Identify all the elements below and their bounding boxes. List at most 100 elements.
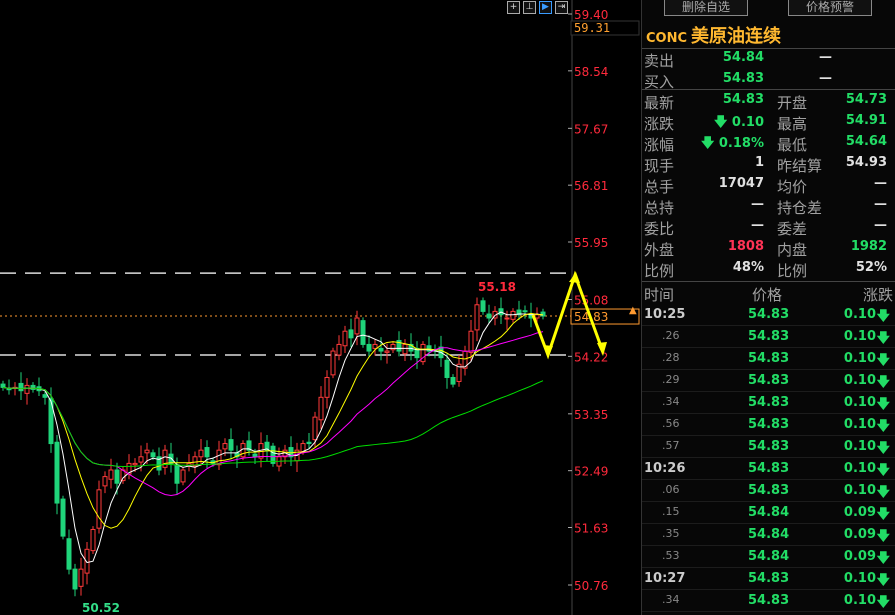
stats-value: 🡇 0.18%: [701, 136, 764, 151]
stats-value: —: [751, 197, 764, 212]
axis-icon[interactable]: ⊥: [523, 1, 536, 14]
tick-price: 54.83: [748, 351, 790, 366]
stats-value-2: —: [874, 218, 887, 233]
tick-time: .53: [662, 549, 680, 562]
stats-value: 54.83: [722, 92, 764, 107]
delete-watchlist-button[interactable]: 删除自选: [664, 0, 748, 16]
stats-value-2: 1982: [850, 239, 887, 254]
candle-body: [198, 449, 204, 458]
stats-row: 总手 17047 均价 —: [642, 175, 895, 196]
crosshair-icon[interactable]: +: [507, 1, 520, 14]
arrowhead-icon: [543, 345, 553, 358]
stats-label: 外盘: [644, 241, 675, 259]
stats-row: 最新 54.83 开盘 54.73: [642, 91, 895, 112]
tick-price: 54.83: [748, 571, 790, 586]
candle-body: [18, 382, 24, 392]
tick-price: 54.84: [748, 505, 790, 520]
candle-body: [222, 443, 228, 450]
up-arrow-icon: ▲: [629, 305, 637, 316]
y-tick-label: 57.67: [574, 122, 608, 136]
candle-body: [0, 383, 6, 388]
tick-price: 54.83: [748, 483, 790, 498]
candle-body: [138, 456, 144, 463]
candle-body: [270, 445, 276, 464]
y-tick-label: 50.76: [574, 579, 608, 593]
y-tick-label: 59.40: [574, 8, 608, 22]
play-icon[interactable]: ▶: [539, 1, 552, 14]
candle-body: [444, 359, 450, 378]
tick-change: 0.09: [843, 549, 876, 564]
tick-time: .29: [662, 373, 680, 386]
stats-value-2: —: [874, 176, 887, 191]
y-tick-label: 52.49: [574, 465, 608, 479]
ma5-line: [2, 311, 544, 564]
candle-body: [366, 343, 372, 352]
price-alert-button[interactable]: 价格预警: [788, 0, 872, 16]
instrument-name: 美原油连续: [691, 26, 782, 47]
candle-body: [144, 449, 150, 454]
candle-body: [450, 376, 456, 385]
tick-row: .35 54.84 0.09 🡇: [642, 524, 895, 546]
tick-change: 0.09: [843, 505, 876, 520]
tick-change: 0.10: [843, 483, 876, 498]
tick-change: 0.10: [843, 461, 876, 476]
candle-body: [66, 538, 72, 570]
stats-label-2: 内盘: [777, 241, 808, 259]
tick-price: 54.83: [748, 439, 790, 454]
candle-body: [96, 489, 102, 529]
candle-body: [486, 313, 492, 319]
tick-time: .57: [662, 439, 680, 452]
candle-body: [522, 310, 528, 313]
candle-body: [540, 311, 546, 317]
low-price-label: 50.52: [82, 601, 120, 615]
stats-value-2: 54.64: [845, 134, 887, 149]
stats-row: 涨跌 🡇 0.10 最高 54.91: [642, 112, 895, 133]
tick-price: 54.83: [748, 461, 790, 476]
tick-price: 54.83: [748, 593, 790, 608]
quote-value: 54.83: [722, 71, 764, 86]
tick-price: 54.84: [748, 549, 790, 564]
candle-body: [102, 476, 108, 487]
stats-label-2: 委差: [777, 220, 808, 238]
instrument-code: CONC: [646, 31, 688, 46]
tick-row: .06 54.83 0.10 🡇: [642, 480, 895, 502]
stats-label: 涨幅: [644, 136, 675, 154]
candle-body: [114, 469, 120, 484]
candle-body: [534, 314, 540, 319]
stats-row: 外盘 1808 内盘 1982: [642, 238, 895, 259]
y-tick-label: 58.54: [574, 65, 608, 79]
candle-body: [402, 343, 408, 355]
stats-label: 涨跌: [644, 115, 675, 133]
candle-body: [132, 462, 138, 466]
candle-body: [228, 439, 234, 451]
tick-change: 0.10: [843, 439, 876, 454]
instrument-title: CONC 美原油连续: [646, 22, 781, 48]
tick-row: 10:26 54.83 0.10 🡇: [642, 458, 895, 480]
tick-time: .26: [662, 329, 680, 342]
stats-label-2: 持仓差: [777, 199, 823, 217]
candle-body: [336, 343, 342, 356]
tick-time: .56: [662, 417, 680, 430]
quote-value: 54.84: [722, 50, 764, 65]
candle-body: [330, 350, 336, 376]
tick-row: .56 54.83 0.10 🡇: [642, 414, 895, 436]
candlestick-chart[interactable]: 59.4058.5457.6756.8155.9555.0854.2253.35…: [0, 0, 640, 615]
tick-time: .06: [662, 483, 680, 496]
tick-time: .35: [662, 527, 680, 540]
tick-row: 10:27 54.83 0.10 🡇: [642, 568, 895, 590]
candle-body: [60, 498, 66, 537]
tick-row: 10:25 54.83 0.10 🡇: [642, 304, 895, 326]
candle-body: [180, 469, 186, 483]
candle-body: [372, 343, 378, 349]
stats-row: 涨幅 🡇 0.18% 最低 54.64: [642, 133, 895, 154]
tick-time: .34: [662, 395, 680, 408]
quote-value-2: —: [819, 71, 832, 86]
stats-label: 现手: [644, 157, 675, 175]
stats-label-2: 最低: [777, 136, 808, 154]
candle-body: [348, 329, 354, 339]
tick-price: 54.83: [748, 417, 790, 432]
step-icon[interactable]: ⇥: [555, 1, 568, 14]
tick-change: 0.10: [843, 417, 876, 432]
tick-price: 54.83: [748, 307, 790, 322]
tick-change: 0.10: [843, 351, 876, 366]
